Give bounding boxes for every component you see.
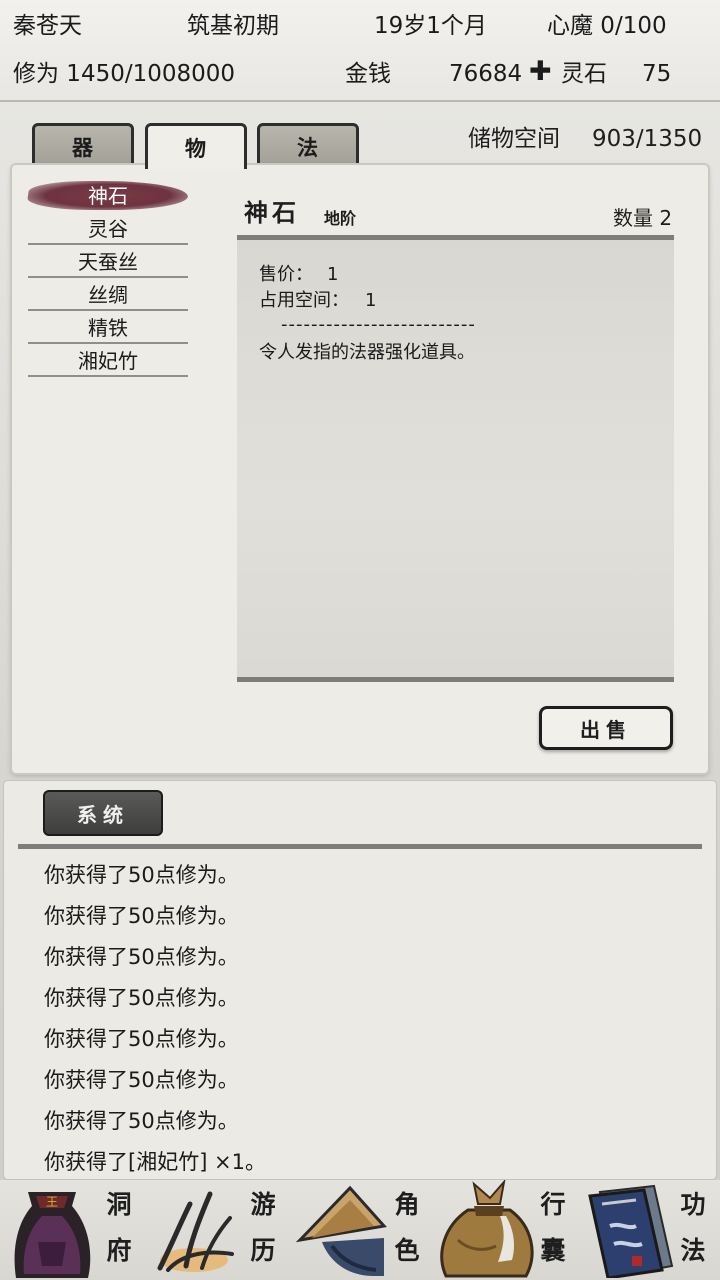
separator-line: -------------------------- [281,314,476,335]
nav-label-top: 洞 [106,1190,132,1219]
spirit-stone-value: 75 [642,61,672,87]
price-value: 1 [327,264,339,285]
bag-icon [440,1180,534,1278]
character-icon [295,1185,387,1276]
nav-travel[interactable]: 游 历 [144,1180,288,1280]
log-line: 你获得了50点修为。 [44,945,239,969]
list-item-label: 天蚕丝 [78,250,138,274]
list-item-label: 神石 [88,184,128,208]
character-age: 19岁1个月 [374,13,487,39]
status-bar: 秦苍天 筑基初期 19岁1个月 心魔 0/100 修为 1450/1008000… [0,0,720,102]
price-label: 售价： [259,264,313,285]
tab-equipment[interactable]: 器 [32,123,134,167]
nav-label-bottom: 历 [250,1236,276,1265]
travel-icon [157,1191,234,1272]
tab-materials[interactable]: 物 [145,123,247,169]
tab-system[interactable]: 系统 [43,790,163,836]
list-item-label: 精铁 [88,316,128,340]
list-item[interactable]: 天蚕丝 [28,245,188,278]
nav-label-top: 游 [250,1190,276,1219]
list-item[interactable]: 灵谷 [28,212,188,245]
cultivation-realm: 筑基初期 [187,13,279,39]
list-item-label: 丝绸 [88,283,128,307]
log-line: 你获得了50点修为。 [44,863,239,887]
log-divider [18,844,702,849]
space-value: 1 [365,290,377,311]
list-item[interactable]: 精铁 [28,311,188,344]
log-line: 你获得了50点修为。 [44,1109,239,1133]
cultivation-value: 修为 1450/1008000 [13,61,236,87]
heart-demon-value: 心魔 0/100 [547,13,667,39]
nav-label-top: 角 [394,1190,420,1219]
log-line: 你获得了50点修为。 [44,986,239,1010]
nav-label-bottom: 色 [394,1236,420,1265]
log-line: 你获得了[湘妃竹] ×1。 [44,1150,267,1174]
log-line: 你获得了50点修为。 [44,904,239,928]
inventory-panel: 神石 灵谷 天蚕丝 丝绸 精铁 湘妃竹 神石 地阶 数量 2 售价： 1 占用空… [12,165,708,773]
list-item-label: 灵谷 [88,217,128,241]
item-list: 神石 灵谷 天蚕丝 丝绸 精铁 湘妃竹 [25,179,191,377]
nav-bag[interactable]: 行 囊 [432,1180,576,1280]
spirit-stone-label: 灵石 [561,61,607,87]
nav-techniques[interactable]: 功 法 [576,1180,720,1280]
list-item[interactable]: 神石 [25,179,191,212]
sell-button[interactable]: 出售 [539,706,673,750]
bottom-nav: 王 洞 府 游 历 角 色 行 囊 功 法 [0,1180,720,1280]
nav-label-bottom: 囊 [540,1236,566,1265]
tab-techniques[interactable]: 法 [257,123,359,167]
message-log-panel: 系统 你获得了50点修为。 你获得了50点修为。 你获得了50点修为。 你获得了… [4,781,716,1179]
item-quantity: 数量 2 [613,206,673,230]
nav-cave-mansion[interactable]: 王 洞 府 [0,1180,144,1280]
nav-label-bottom: 府 [106,1236,132,1265]
nav-label-top: 功 [680,1190,706,1219]
svg-text:王: 王 [46,1195,58,1209]
nav-label-top: 行 [540,1190,566,1219]
money-label: 金钱 [345,61,391,87]
log-line: 你获得了50点修为。 [44,1068,239,1092]
cave-mansion-icon: 王 [14,1192,91,1278]
money-value: 76684 [449,61,523,87]
space-label: 占用空间： [259,290,349,311]
list-item-label: 湘妃竹 [78,349,138,373]
character-name: 秦苍天 [13,13,82,39]
item-name: 神石 [244,198,300,227]
add-currency-icon[interactable]: ✚ [529,58,552,86]
list-item[interactable]: 丝绸 [28,278,188,311]
item-description: 令人发指的法器强化道具。 [259,342,475,363]
item-detail-box: 售价： 1 占用空间： 1 --------------------------… [237,235,674,682]
nav-character[interactable]: 角 色 [288,1180,432,1280]
list-item[interactable]: 湘妃竹 [28,344,188,377]
log-list[interactable]: 你获得了50点修为。 你获得了50点修为。 你获得了50点修为。 你获得了50点… [44,855,266,1183]
technique-book-icon [588,1184,674,1278]
storage-value: 903/1350 [592,126,703,152]
nav-label-bottom: 法 [680,1236,706,1265]
item-grade: 地阶 [324,209,357,228]
log-line: 你获得了50点修为。 [44,1027,239,1051]
storage-label: 储物空间 [468,126,560,152]
